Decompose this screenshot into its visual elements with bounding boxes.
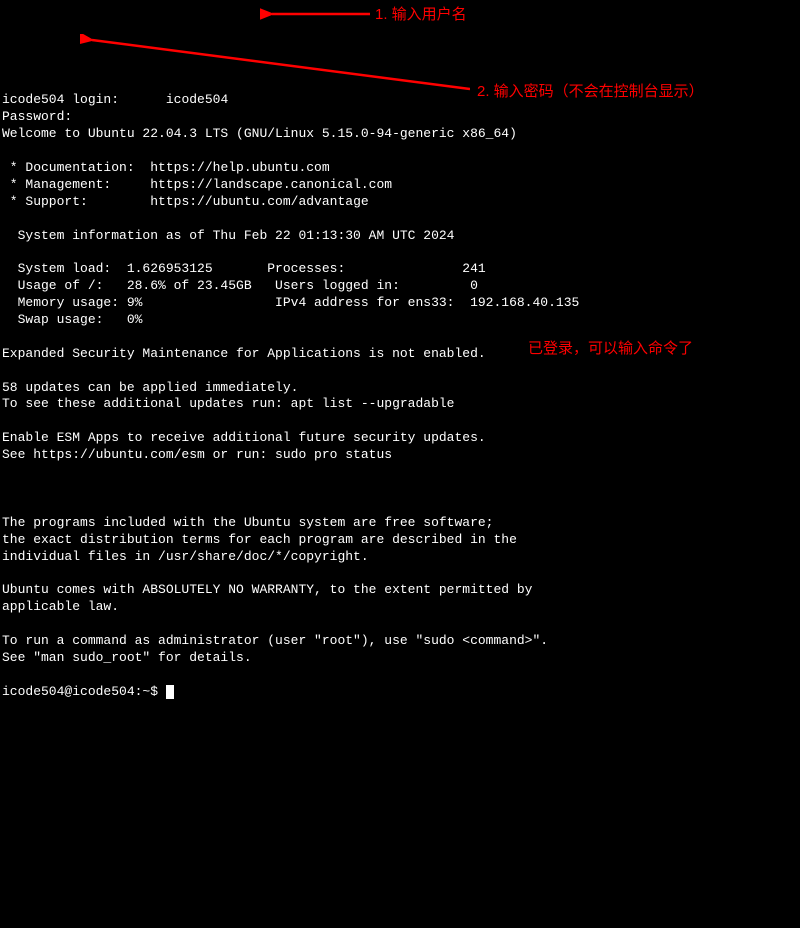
updates-line-1: 58 updates can be applied immediately. (2, 380, 298, 395)
esm-enable-2: See https://ubuntu.com/esm or run: sudo … (2, 447, 392, 462)
login-prompt: icode504 login: (2, 92, 119, 107)
legal-line-3: individual files in /usr/share/doc/*/cop… (2, 549, 369, 564)
arrow-icon (260, 4, 370, 24)
updates-line-2: To see these additional updates run: apt… (2, 396, 454, 411)
annotation-3: 已登录，可以输入命令了 (528, 339, 693, 359)
esm-line: Expanded Security Maintenance for Applic… (2, 346, 486, 361)
support-label: * Support: (2, 194, 150, 209)
sysinfo-line-1: System load: 1.626953125 Processes: 241 (2, 261, 486, 276)
doc-url: https://help.ubuntu.com (150, 160, 329, 175)
legal-line-1: The programs included with the Ubuntu sy… (2, 515, 493, 530)
sysinfo-line-3: Memory usage: 9% IPv4 address for ens33:… (2, 295, 579, 310)
sudo-line-2: See "man sudo_root" for details. (2, 650, 252, 665)
legal-line-5: applicable law. (2, 599, 119, 614)
sudo-line-1: To run a command as administrator (user … (2, 633, 548, 648)
esm-enable-1: Enable ESM Apps to receive additional fu… (2, 430, 486, 445)
legal-line-2: the exact distribution terms for each pr… (2, 532, 517, 547)
welcome-line: Welcome to Ubuntu 22.04.3 LTS (GNU/Linux… (2, 126, 517, 141)
sysinfo-line-2: Usage of /: 28.6% of 23.45GB Users logge… (2, 278, 478, 293)
annotation-1: 1. 输入用户名 (375, 5, 467, 25)
sysinfo-line-4: Swap usage: 0% (2, 312, 142, 327)
password-prompt: Password: (2, 109, 72, 124)
username-value: icode504 (166, 92, 228, 107)
terminal-output: icode504 login: icode504 Password: Welco… (0, 68, 800, 709)
doc-label: * Documentation: (2, 160, 150, 175)
mgmt-url: https://landscape.canonical.com (150, 177, 392, 192)
shell-prompt[interactable]: icode504@icode504:~$ (2, 684, 166, 699)
arrow-icon (80, 34, 470, 94)
support-url: https://ubuntu.com/advantage (150, 194, 368, 209)
annotation-2: 2. 输入密码（不会在控制台显示） (477, 82, 704, 102)
legal-line-4: Ubuntu comes with ABSOLUTELY NO WARRANTY… (2, 582, 533, 597)
sysinfo-header: System information as of Thu Feb 22 01:1… (2, 228, 454, 243)
mgmt-label: * Management: (2, 177, 150, 192)
cursor-icon (166, 685, 174, 699)
